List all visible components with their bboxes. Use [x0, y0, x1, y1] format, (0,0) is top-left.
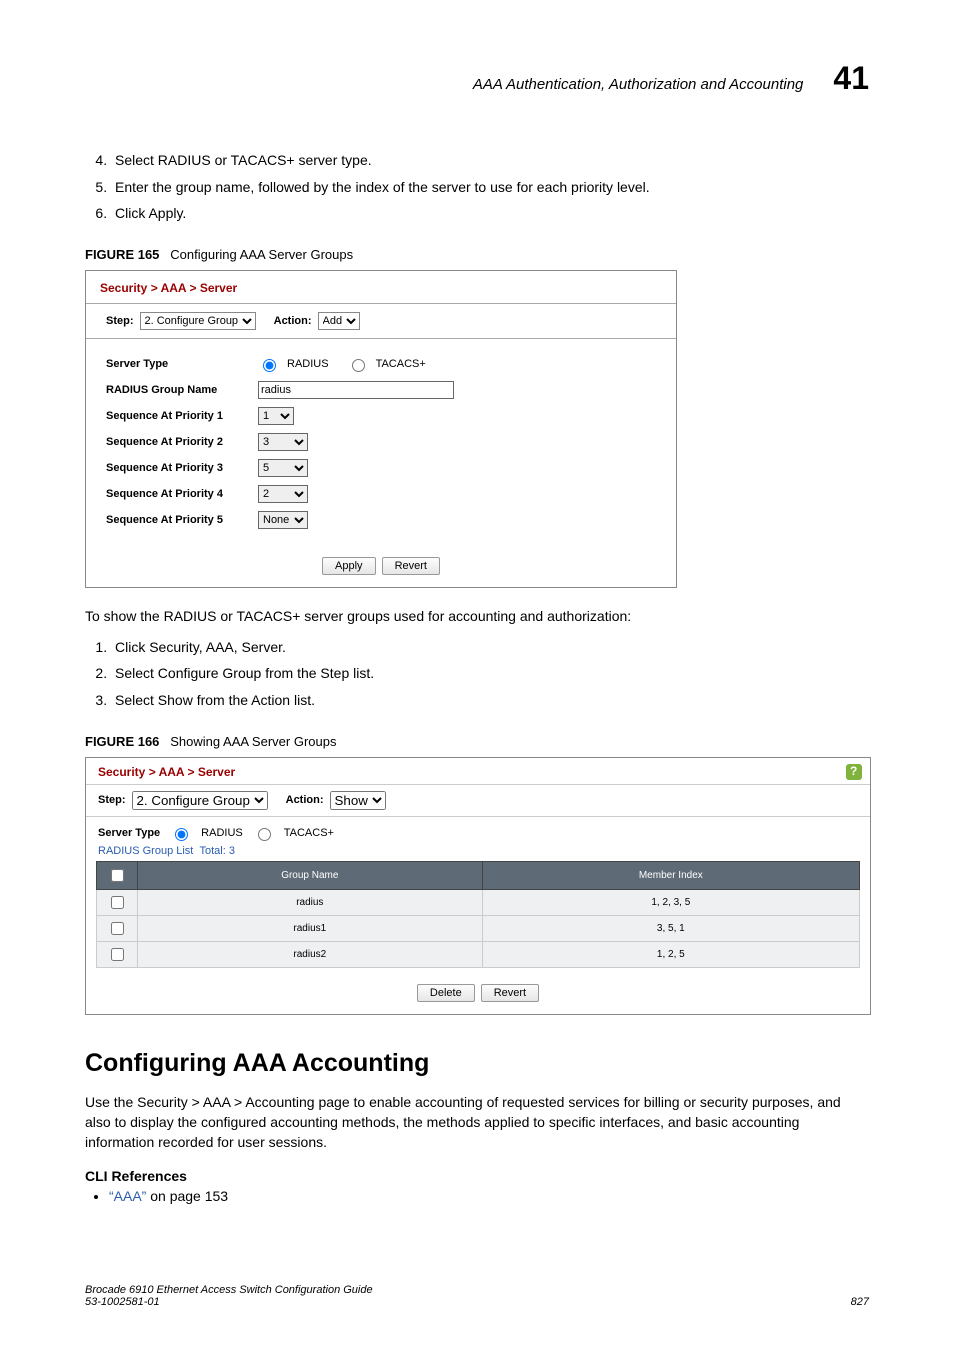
footer-title: Brocade 6910 Ethernet Access Switch Conf…	[85, 1284, 373, 1296]
section-paragraph: Use the Security > AAA > Accounting page…	[85, 1092, 869, 1153]
delete-button[interactable]: Delete	[417, 984, 475, 1002]
seq-select-3[interactable]: 5	[258, 459, 308, 477]
step-select[interactable]: 2. Configure Group	[140, 312, 256, 330]
cli-references-heading: CLI References	[85, 1168, 869, 1184]
tacacs-radio[interactable]	[258, 828, 271, 841]
figure-caption-text: Configuring AAA Server Groups	[170, 247, 353, 262]
cell-group-name: radius2	[138, 941, 483, 967]
cli-link[interactable]: “AAA”	[109, 1188, 146, 1204]
total-label: Total:	[200, 845, 226, 857]
step-item: Select Show from the Action list.	[111, 687, 869, 714]
running-head: AAA Authentication, Authorization and Ac…	[85, 60, 869, 97]
section-heading: Configuring AAA Accounting	[85, 1049, 869, 1078]
server-type-label: Server Type	[106, 358, 246, 370]
step-item: Click Apply.	[111, 200, 869, 227]
server-type-label: Server Type	[98, 827, 160, 839]
step-action-bar: Step: 2. Configure Group Action: Add	[86, 303, 676, 339]
col-group-name: Group Name	[138, 861, 483, 889]
step-item: Click Security, AAA, Server.	[111, 634, 869, 661]
server-type-radios: RADIUS TACACS+	[258, 356, 436, 372]
seq-select-5[interactable]: None	[258, 511, 308, 529]
row-checkbox[interactable]	[111, 896, 124, 909]
seq-select-4[interactable]: 2	[258, 485, 308, 503]
radius-radio[interactable]	[263, 359, 276, 372]
figure-label: FIGURE 165	[85, 247, 159, 262]
figure-label: FIGURE 166	[85, 734, 159, 749]
seq-label-5: Sequence At Priority 5	[106, 514, 246, 526]
cell-group-name: radius	[138, 889, 483, 915]
footer-page-number: 827	[851, 1296, 869, 1308]
cli-reference-item: “AAA” on page 153	[109, 1188, 869, 1204]
table-row: radius 1, 2, 3, 5	[97, 889, 860, 915]
step-item: Select RADIUS or TACACS+ server type.	[111, 147, 869, 174]
steps-list-b: Click Security, AAA, Server. Select Conf…	[85, 634, 869, 714]
action-label: Action:	[274, 315, 312, 327]
apply-button[interactable]: Apply	[322, 557, 376, 575]
cell-member-index: 1, 2, 5	[482, 941, 859, 967]
tacacs-radio[interactable]	[352, 359, 365, 372]
radius-radio-label: RADIUS	[201, 827, 243, 839]
figure-165: Security > AAA > Server Step: 2. Configu…	[85, 270, 677, 588]
seq-label-1: Sequence At Priority 1	[106, 410, 246, 422]
select-all-checkbox[interactable]	[111, 869, 124, 882]
table-row: radius1 3, 5, 1	[97, 915, 860, 941]
footer-docnum: 53-1002581-01	[85, 1296, 373, 1308]
help-icon[interactable]	[846, 764, 862, 780]
revert-button[interactable]: Revert	[481, 984, 539, 1002]
revert-button[interactable]: Revert	[382, 557, 440, 575]
action-select[interactable]: Show	[330, 791, 386, 810]
seq-select-2[interactable]: 3	[258, 433, 308, 451]
step-label: Step:	[106, 315, 134, 327]
radius-radio[interactable]	[175, 828, 188, 841]
group-table: Group Name Member Index radius 1, 2, 3, …	[96, 861, 860, 968]
running-head-title: AAA Authentication, Authorization and Ac…	[473, 76, 804, 93]
group-name-label: RADIUS Group Name	[106, 384, 246, 396]
breadcrumb: Security > AAA > Server	[86, 271, 676, 303]
mid-paragraph: To show the RADIUS or TACACS+ server gro…	[85, 608, 869, 624]
step-item: Select Configure Group from the Step lis…	[111, 660, 869, 687]
group-list-label: RADIUS Group List	[98, 845, 193, 857]
cell-member-index: 1, 2, 3, 5	[482, 889, 859, 915]
page-footer: Brocade 6910 Ethernet Access Switch Conf…	[85, 1284, 869, 1308]
step-select[interactable]: 2. Configure Group	[132, 791, 268, 810]
radius-radio-label: RADIUS	[287, 358, 329, 370]
seq-label-2: Sequence At Priority 2	[106, 436, 246, 448]
tacacs-radio-label: TACACS+	[284, 827, 334, 839]
seq-select-1[interactable]: 1	[258, 407, 294, 425]
group-name-input[interactable]	[258, 381, 454, 399]
total-value: 3	[229, 845, 235, 857]
cell-group-name: radius1	[138, 915, 483, 941]
cli-link-tail: on page 153	[146, 1188, 228, 1204]
seq-label-4: Sequence At Priority 4	[106, 488, 246, 500]
action-select[interactable]: Add	[318, 312, 360, 330]
breadcrumb: Security > AAA > Server	[98, 765, 235, 779]
row-checkbox[interactable]	[111, 948, 124, 961]
step-item: Enter the group name, followed by the in…	[111, 174, 869, 201]
figure-166: Security > AAA > Server Step: 2. Configu…	[85, 757, 871, 1015]
seq-label-3: Sequence At Priority 3	[106, 462, 246, 474]
table-row: radius2 1, 2, 5	[97, 941, 860, 967]
col-member-index: Member Index	[482, 861, 859, 889]
steps-list-a: Select RADIUS or TACACS+ server type. En…	[85, 147, 869, 227]
step-label: Step:	[98, 794, 126, 806]
figure-166-caption: FIGURE 166 Showing AAA Server Groups	[85, 734, 869, 749]
tacacs-radio-label: TACACS+	[376, 358, 426, 370]
figure-165-caption: FIGURE 165 Configuring AAA Server Groups	[85, 247, 869, 262]
cell-member-index: 3, 5, 1	[482, 915, 859, 941]
cli-references-list: “AAA” on page 153	[85, 1188, 869, 1204]
figure-caption-text: Showing AAA Server Groups	[170, 734, 336, 749]
running-head-chapter: 41	[833, 60, 869, 97]
action-label: Action:	[286, 794, 324, 806]
row-checkbox[interactable]	[111, 922, 124, 935]
